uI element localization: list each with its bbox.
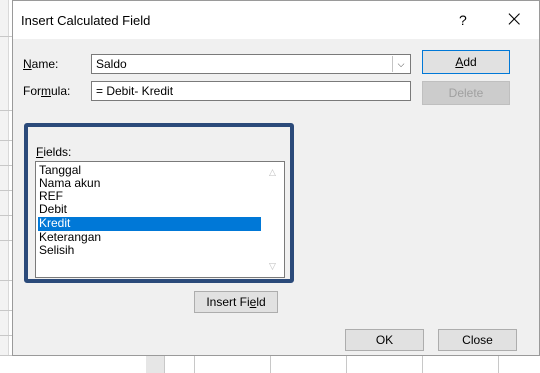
formula-label-post: ula:: [51, 84, 71, 98]
insert-field-button[interactable]: Insert Field: [194, 291, 278, 313]
list-item[interactable]: Debit: [38, 203, 261, 217]
close-icon[interactable]: ×: [505, 7, 523, 32]
insert-field-post: ld: [256, 295, 266, 309]
sheet-cell: [146, 356, 165, 373]
help-button[interactable]: ?: [459, 12, 467, 28]
chevron-down-icon[interactable]: ▽: [269, 261, 276, 272]
delete-button[interactable]: Delete: [422, 81, 510, 105]
list-item[interactable]: REF: [38, 190, 261, 204]
fields-label-rest: ields:: [43, 145, 72, 159]
fields-highlight-frame: Fields: Tanggal Nama akun REF Debit Kred…: [24, 123, 294, 283]
row-line: [0, 110, 12, 111]
row-line: [0, 310, 12, 311]
sheet-bottom-row: [0, 355, 540, 373]
close-button[interactable]: Close: [438, 329, 517, 351]
listbox-scrollbar[interactable]: △ ▽: [266, 163, 283, 276]
list-item[interactable]: Nama akun: [38, 177, 261, 191]
insert-field-pre: Insert Fi: [206, 295, 250, 309]
sheet-cell: [346, 356, 423, 373]
fields-label: Fields:: [36, 145, 71, 159]
sheet-cell: [270, 356, 347, 373]
list-item-selected[interactable]: Kredit: [38, 217, 261, 231]
sheet-cell: [0, 356, 147, 373]
row-line: [0, 140, 12, 141]
chevron-up-icon[interactable]: △: [269, 167, 276, 178]
sheet-cell: [164, 356, 195, 373]
formula-label-pre: For: [23, 84, 41, 98]
fields-listbox[interactable]: Tanggal Nama akun REF Debit Kredit Keter…: [35, 161, 285, 278]
add-button-rest: dd: [463, 55, 477, 69]
title-bar: Insert Calculated Field ? ×: [13, 1, 539, 39]
name-label: Name:: [23, 57, 58, 71]
name-label-rest: ame:: [31, 57, 59, 71]
chevron-down-icon[interactable]: ⌵: [392, 56, 409, 72]
row-line: [0, 240, 12, 241]
formula-label-mnemonic: m: [41, 84, 51, 98]
formula-value: = Debit- Kredit: [96, 84, 174, 98]
sheet-cell: [422, 356, 499, 373]
sheet-cell: [194, 356, 271, 373]
row-line: [0, 335, 12, 336]
add-button[interactable]: Add: [422, 50, 510, 74]
ok-button[interactable]: OK: [345, 329, 424, 351]
row-line: [0, 215, 12, 216]
name-value: Saldo: [96, 57, 127, 71]
formula-label: Formula:: [23, 84, 70, 98]
row-line: [0, 36, 12, 37]
name-label-mnemonic: N: [23, 57, 32, 71]
row-line: [0, 165, 12, 166]
row-header-strip: [0, 0, 9, 372]
formula-input[interactable]: = Debit- Kredit: [91, 81, 411, 101]
dialog-title: Insert Calculated Field: [21, 13, 151, 28]
name-combobox[interactable]: Saldo ⌵: [91, 54, 411, 74]
insert-calculated-field-dialog: Insert Calculated Field ? × Name: Saldo …: [12, 0, 540, 356]
list-item[interactable]: Selisih: [38, 244, 261, 258]
row-line: [0, 280, 12, 281]
row-line: [0, 190, 12, 191]
